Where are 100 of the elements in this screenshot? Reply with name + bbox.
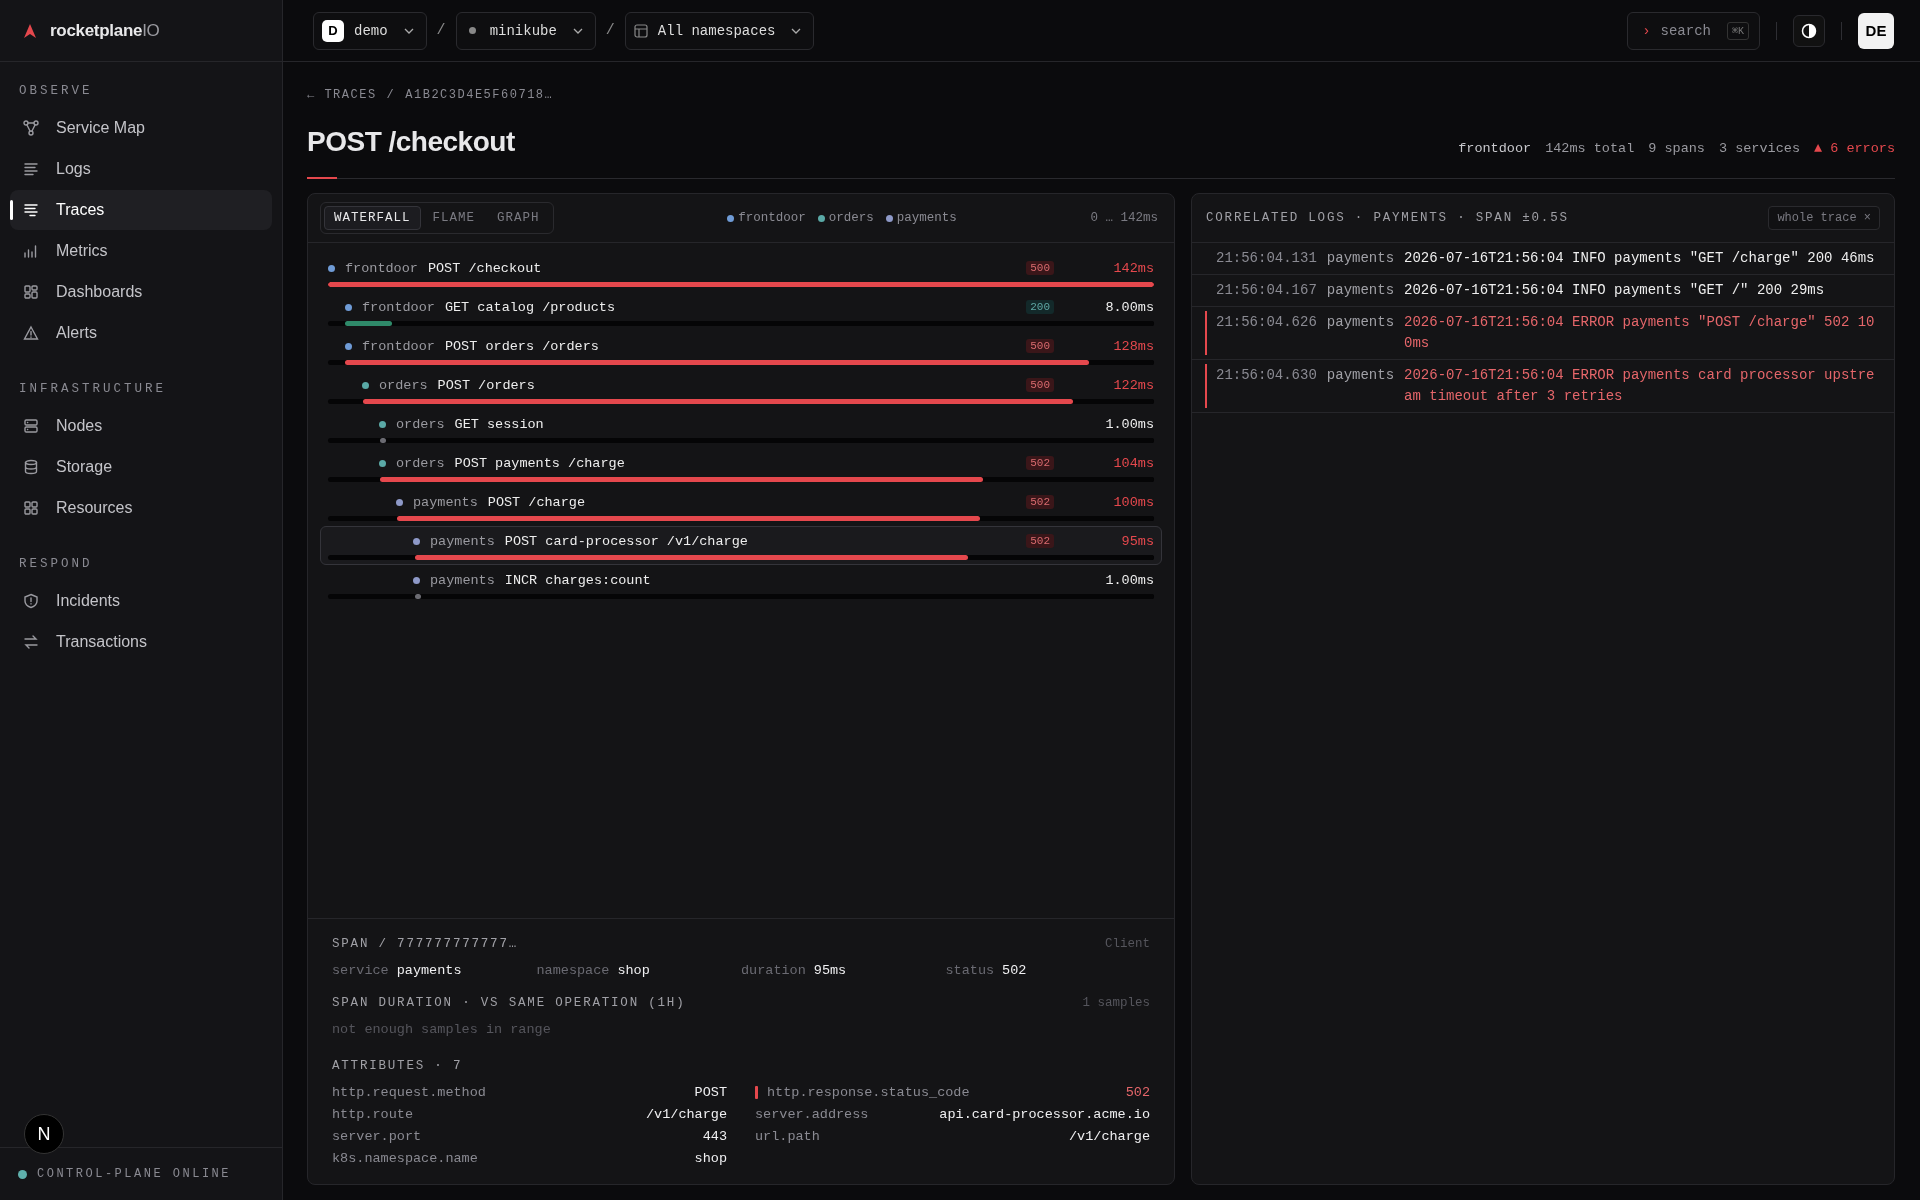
- attribute-value: shop: [694, 1151, 727, 1166]
- log-message: 2026-07-16T21:56:04 INFO payments "GET /charge" 200 46ms: [1404, 249, 1876, 268]
- span-row[interactable]: frontdoor GET catalog /products 200 8.00ms: [320, 292, 1162, 331]
- attribute-key: http.response.status_code: [767, 1085, 1126, 1100]
- log-time: 21:56:04.131: [1216, 249, 1317, 268]
- status-badge: 502: [1026, 534, 1054, 548]
- span-service: payments: [413, 494, 478, 510]
- field-label: service: [332, 963, 389, 978]
- traces-icon: [23, 202, 39, 218]
- span-row[interactable]: frontdoor POST orders /orders 500 128ms: [320, 331, 1162, 370]
- status-badge: 200: [1026, 300, 1054, 314]
- log-message: 2026-07-16T21:56:04 ERROR payments card processor upstream timeout after 3 retries: [1404, 366, 1876, 406]
- log-service: payments: [1326, 249, 1395, 268]
- attribute-value: /v1/charge: [1069, 1129, 1150, 1144]
- span-kind: Client: [1105, 937, 1150, 951]
- trace-stat: frontdoor: [1458, 141, 1532, 156]
- log-service: payments: [1326, 313, 1395, 332]
- field-label: status: [945, 963, 995, 978]
- span-duration: 1.00ms: [1104, 572, 1154, 588]
- span-service: frontdoor: [362, 338, 435, 354]
- log-message: 2026-07-16T21:56:04 ERROR payments "POST /charge" 502 100ms: [1404, 313, 1876, 353]
- field-value: 502: [1002, 963, 1027, 978]
- span-service: orders: [379, 377, 428, 393]
- nav-item[interactable]: Dashboards: [10, 272, 272, 312]
- time-range: 0 … 142ms: [1090, 211, 1158, 225]
- cluster-picker[interactable]: minikube: [455, 11, 596, 50]
- log-time: 21:56:04.167: [1216, 281, 1317, 300]
- field-label: duration: [741, 963, 806, 978]
- span-duration: 8.00ms: [1104, 299, 1154, 315]
- span-duration: 142ms: [1112, 260, 1154, 276]
- search-button[interactable]: › search ⌘K: [1627, 11, 1760, 50]
- span-operation: POST /checkout: [427, 260, 542, 276]
- log-service: payments: [1326, 281, 1395, 300]
- brand-name: rocketplaneIO: [50, 20, 160, 41]
- span-operation: POST /orders: [437, 377, 535, 393]
- status-badge: 502: [1026, 456, 1054, 470]
- dev-indicator-button[interactable]: N: [24, 1114, 64, 1154]
- nav-item[interactable]: Resources: [10, 488, 272, 528]
- span-row[interactable]: payments POST card-processor /v1/charge 502 95ms: [320, 526, 1162, 565]
- nav-item[interactable]: Alerts: [10, 313, 272, 353]
- dot-icon: [468, 27, 476, 34]
- legend-label: payments: [896, 211, 957, 225]
- status-badge: 500: [1026, 261, 1054, 275]
- section-heading: OBSERVE: [18, 83, 94, 100]
- attribute-value: /v1/charge: [646, 1107, 727, 1122]
- nav-item[interactable]: Logs: [10, 149, 272, 189]
- view-tab[interactable]: FLAME: [422, 206, 486, 230]
- status-label: CONTROL-PLANE ONLINE: [37, 1167, 232, 1181]
- status-badge: 500: [1026, 339, 1054, 353]
- span-row[interactable]: orders GET session 1.00ms: [320, 409, 1162, 448]
- chevron-down-icon: [572, 27, 583, 34]
- contrast-icon: [1801, 22, 1817, 39]
- span-row[interactable]: orders POST payments /charge 502 104ms: [320, 448, 1162, 487]
- nav-item[interactable]: Metrics: [10, 231, 272, 271]
- span-row[interactable]: orders POST /orders 500 122ms: [320, 370, 1162, 409]
- span-operation: POST /charge: [487, 494, 586, 510]
- section-heading: INFRASTRUCTURE: [18, 381, 168, 398]
- user-avatar[interactable]: DE: [1858, 12, 1894, 49]
- nav-item[interactable]: Storage: [10, 447, 272, 487]
- back-link[interactable]: ← TRACES: [307, 88, 377, 102]
- span-duration: 100ms: [1112, 494, 1154, 510]
- span-operation: GET session: [454, 416, 544, 432]
- nav-item[interactable]: Transactions: [10, 622, 272, 662]
- bars-icon: [23, 243, 39, 259]
- view-tab[interactable]: GRAPH: [487, 206, 550, 230]
- log-message: 2026-07-16T21:56:04 INFO payments "GET /" 200 29ms: [1404, 281, 1826, 300]
- attribute-key: http.route: [332, 1107, 646, 1122]
- dashboard-icon: [23, 284, 39, 300]
- attribute-key: server.address: [755, 1107, 940, 1122]
- path-separator: /: [604, 22, 616, 39]
- span-heading: SPAN / 777777777777…: [332, 937, 519, 951]
- view-tab[interactable]: WATERFALL: [324, 206, 421, 230]
- namespace-picker[interactable]: All namespaces: [624, 11, 815, 50]
- span-service: payments: [430, 572, 495, 588]
- log-service: payments: [1326, 366, 1395, 385]
- path-separator: /: [435, 22, 447, 39]
- empty-message: not enough samples in range: [332, 1022, 552, 1037]
- field-value: shop: [617, 963, 650, 978]
- nav-item[interactable]: Incidents: [10, 581, 272, 621]
- section-heading: RESPOND: [18, 556, 94, 573]
- workspace-picker[interactable]: D demo: [313, 11, 427, 50]
- span-row[interactable]: frontdoor POST /checkout 500 142ms: [320, 253, 1162, 292]
- nav-item[interactable]: Nodes: [10, 406, 272, 446]
- legend-label: orders: [828, 211, 874, 225]
- span-service: frontdoor: [362, 299, 435, 315]
- field-label: namespace: [536, 963, 610, 978]
- server-icon: [23, 418, 39, 434]
- chevron-down-icon: [791, 27, 802, 34]
- attribute-value: api.card-processor.acme.io: [939, 1107, 1150, 1122]
- span-operation: POST orders /orders: [444, 338, 599, 354]
- log-time: 21:56:04.626: [1216, 313, 1317, 332]
- filter-chip[interactable]: whole trace ×: [1768, 206, 1880, 230]
- grid-icon: [23, 500, 39, 516]
- span-service: orders: [396, 416, 445, 432]
- span-duration: 122ms: [1112, 377, 1154, 393]
- theme-toggle-button[interactable]: [1793, 14, 1825, 47]
- span-duration: 104ms: [1112, 455, 1154, 471]
- nav-item[interactable]: Service Map: [10, 108, 272, 148]
- nav-item[interactable]: Traces: [10, 190, 272, 230]
- span-operation: INCR charges:count: [504, 572, 651, 588]
